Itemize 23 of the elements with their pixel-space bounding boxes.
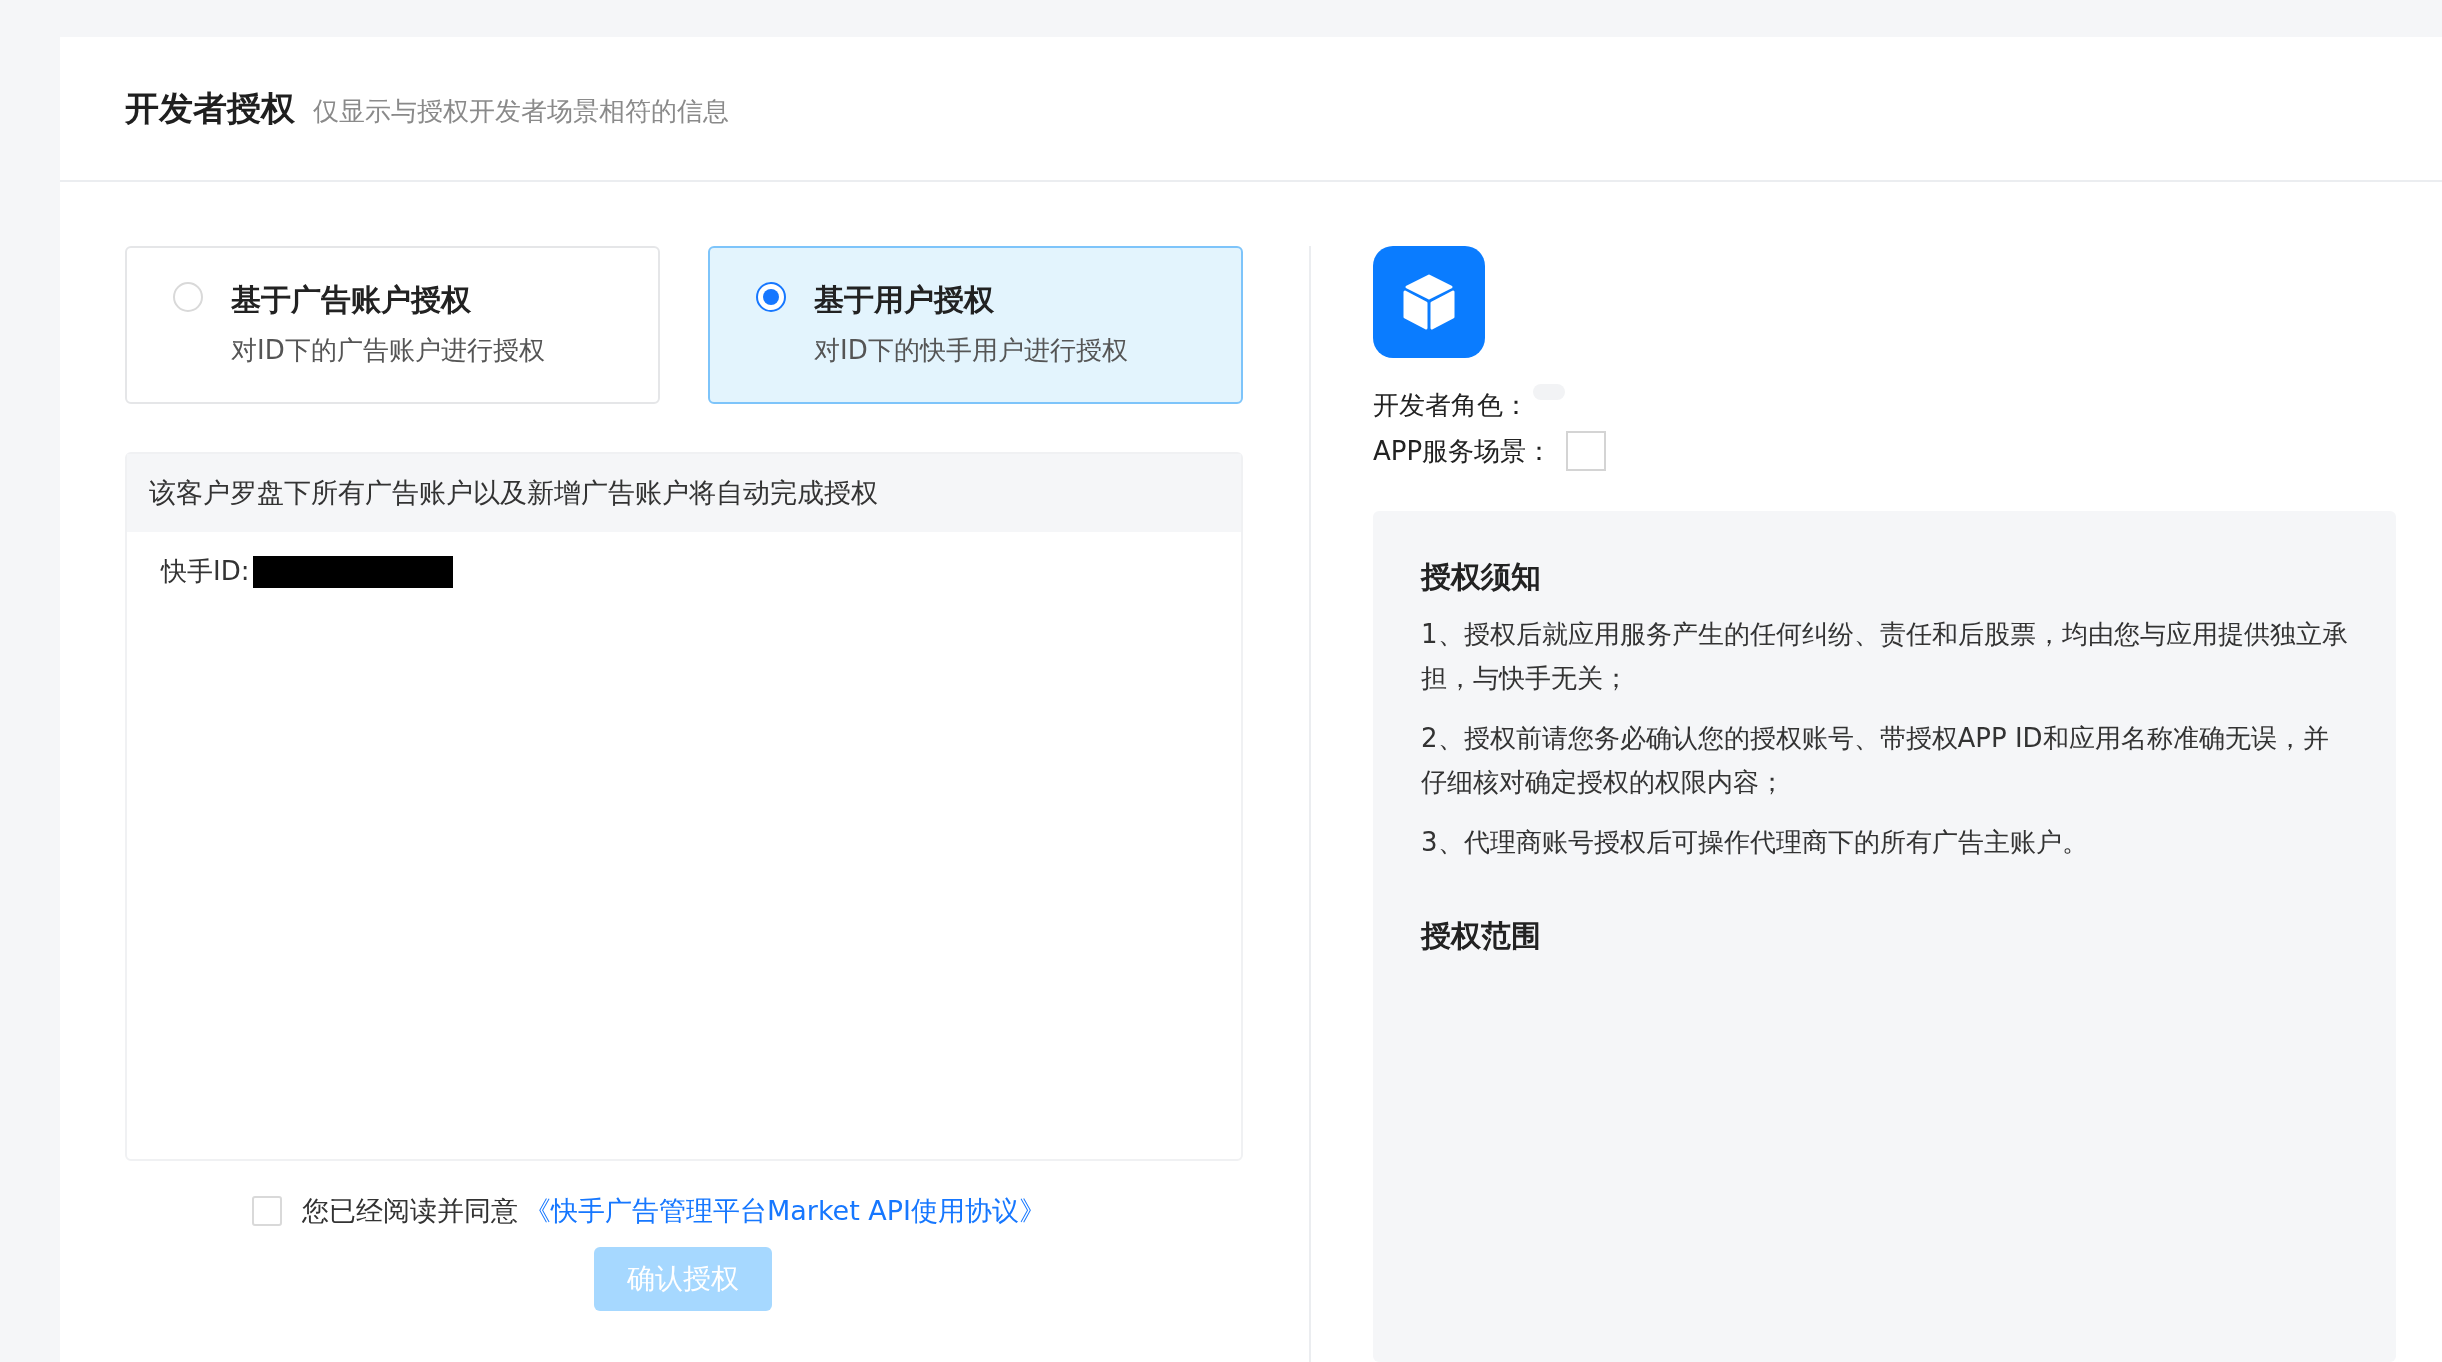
scene-box [1566, 431, 1607, 471]
note-text: 3、代理商账号授权后可操作代理商下的所有广告主账户。 [1421, 826, 2089, 859]
page-title: 开发者授权 [125, 86, 295, 130]
note-text: 1、授权后就应用服务产生的任何纠纷、责任和后股票，均由您与应用提供独立承担，与快手无关； [1421, 618, 2348, 695]
agreement-link[interactable]: 《快手广告管理平台Market API使用协议》 [523, 1193, 1047, 1229]
field-label: APP服务场景： [1373, 434, 1553, 468]
id-label: 快手ID: [161, 555, 250, 588]
option-description: 对ID下的广告账户进行授权 [231, 334, 545, 367]
note-text: 2、授权前请您务必确认您的授权账号、带授权APP ID和应用名称准确无误，并仔细核对确定授权的权限内容； [1421, 722, 2330, 799]
field-label: 开发者角色： [1373, 389, 1529, 422]
scope-title: 授权范围 [1421, 917, 1542, 955]
auth-option-card[interactable]: 基于广告账户授权 对ID下的广告账户进行授权 [125, 246, 660, 404]
radio-button[interactable] [756, 282, 786, 312]
agreement-text: 您已经阅读并同意 [301, 1194, 518, 1228]
auth-option-card[interactable]: 基于用户授权 对ID下的快手用户进行授权 [708, 246, 1243, 404]
agreement-checkbox[interactable] [251, 1196, 282, 1226]
option-description: 对ID下的快手用户进行授权 [814, 334, 1128, 367]
notice-text: 该客户罗盘下所有广告账户以及新增广告账户将自动完成授权 [127, 454, 1241, 532]
notes-title: 授权须知 [1421, 558, 1542, 596]
page-subtitle: 仅显示与授权开发者场景相符的信息 [313, 95, 729, 128]
app-icon [1373, 246, 1485, 358]
option-title: 基于广告账户授权 [231, 281, 472, 319]
option-title: 基于用户授权 [814, 281, 995, 319]
